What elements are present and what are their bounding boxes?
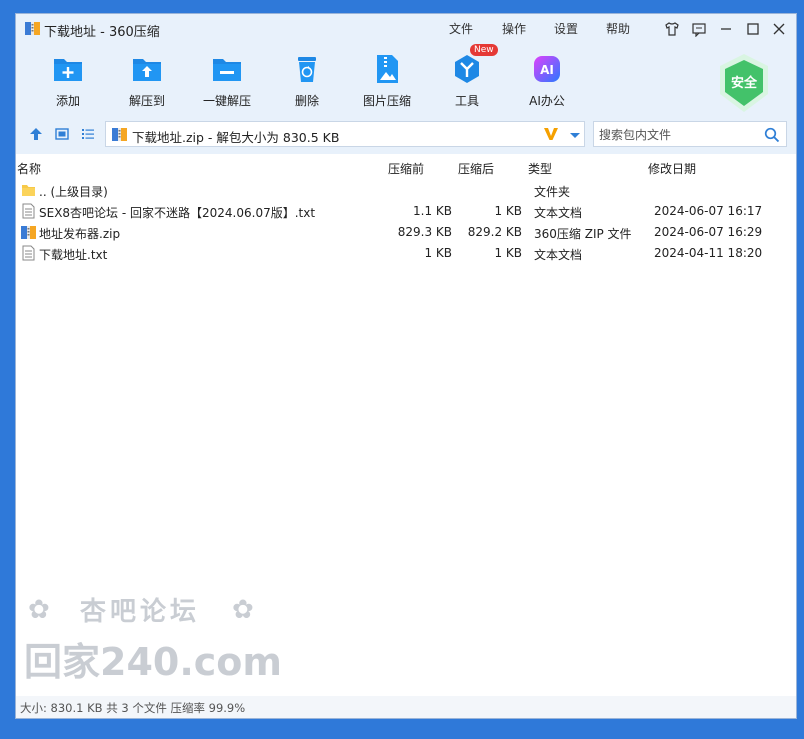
new-badge: New — [470, 44, 498, 56]
add-label: 添加 — [55, 94, 80, 108]
table-row[interactable]: .. (上级目录) 文件夹 — [16, 180, 796, 201]
row-type: 文件夹 — [534, 185, 571, 199]
ai-office-button[interactable]: AI AI办公 — [512, 52, 582, 109]
toolbar-area: 下载地址 - 360压缩 文件 操作 设置 帮助 添加 解压到 一键解压 删除 … — [16, 14, 796, 154]
column-header-date[interactable]: 修改日期 — [648, 160, 696, 177]
security-label: 安全 — [731, 75, 758, 91]
extract-to-label: 解压到 — [128, 94, 165, 108]
close-button[interactable] — [769, 19, 789, 39]
row-size-before: 829.3 KB — [397, 225, 452, 239]
watermark-flower-left: ✿ — [28, 595, 50, 625]
row-type: 文本文档 — [534, 248, 583, 262]
skin-button[interactable] — [662, 19, 682, 39]
watermark-line2: 回家240.com — [24, 640, 280, 684]
add-icon — [54, 59, 82, 81]
menu-help[interactable]: 帮助 — [606, 20, 630, 37]
title-bar: 下载地址 - 360压缩 文件 操作 设置 帮助 — [16, 14, 796, 44]
thumbnail-view-button[interactable] — [52, 124, 72, 144]
zip-archive-icon — [112, 128, 127, 141]
feedback-button[interactable] — [689, 19, 709, 39]
row-name: 地址发布器.zip — [39, 227, 121, 241]
column-header-name[interactable]: 名称 — [17, 160, 41, 177]
v-logo-icon[interactable] — [543, 126, 559, 142]
row-date: 2024-06-07 16:29 — [654, 225, 763, 239]
window-title: 下载地址 - 360压缩 — [44, 25, 160, 40]
delete-icon — [298, 57, 316, 82]
watermark-logo: ✿ 杏吧论坛 ✿ 回家240.com — [16, 580, 280, 690]
one-click-extract-label: 一键解压 — [202, 94, 251, 108]
image-compress-button[interactable]: 图片压缩 — [352, 52, 422, 109]
row-size-after: 829.2 KB — [467, 225, 522, 239]
row-name: 下载地址.txt — [39, 248, 108, 262]
column-header-type[interactable]: 类型 — [528, 160, 552, 177]
maximize-icon — [747, 23, 759, 35]
security-badge[interactable]: 安全 — [716, 52, 772, 114]
row-type: 360压缩 ZIP 文件 — [534, 227, 632, 241]
row-date: 2024-06-07 16:17 — [654, 204, 763, 218]
tools-icon — [455, 55, 479, 83]
one-click-extract-icon — [213, 59, 241, 81]
ai-icon-text: AI — [540, 63, 554, 77]
view-list-icon — [82, 129, 94, 139]
zip-file-icon — [21, 226, 36, 239]
delete-button[interactable]: 删除 — [272, 52, 342, 109]
extract-to-button[interactable]: 解压到 — [112, 52, 182, 109]
menu-operate[interactable]: 操作 — [502, 20, 526, 37]
one-click-extract-button[interactable]: 一键解压 — [192, 52, 262, 109]
search-icon[interactable] — [764, 127, 780, 143]
table-row[interactable]: 下载地址.txt 1 KB 1 KB 文本文档 2024-04-11 18:20 — [16, 243, 796, 264]
row-date: 2024-04-11 18:20 — [654, 246, 763, 260]
row-size-before: 1.1 KB — [413, 204, 452, 218]
column-header-size-after[interactable]: 压缩后 — [458, 160, 494, 177]
tools-label: 工具 — [454, 94, 479, 108]
app-window: 下载地址 - 360压缩 文件 操作 设置 帮助 添加 解压到 一键解压 删除 … — [16, 14, 796, 718]
delete-label: 删除 — [294, 94, 319, 108]
list-view-button[interactable] — [78, 124, 98, 144]
archive-app-icon — [25, 22, 40, 35]
row-type: 文本文档 — [534, 206, 583, 220]
folder-icon — [22, 185, 35, 196]
status-text: 大小: 830.1 KB 共 3 个文件 压缩率 99.9% — [20, 701, 246, 715]
maximize-button[interactable] — [743, 19, 763, 39]
ai-office-label: AI办公 — [529, 94, 565, 108]
status-bar: 大小: 830.1 KB 共 3 个文件 压缩率 99.9% — [16, 696, 796, 718]
view-thumbnail-icon — [55, 128, 69, 140]
menu-settings[interactable]: 设置 — [554, 20, 578, 37]
close-icon — [773, 23, 785, 35]
row-size-after: 1 KB — [494, 204, 522, 218]
table-row[interactable]: 地址发布器.zip 829.3 KB 829.2 KB 360压缩 ZIP 文件… — [16, 222, 796, 243]
up-level-button[interactable] — [26, 124, 46, 144]
watermark-line1: 杏吧论坛 — [80, 597, 200, 627]
row-size-after: 1 KB — [494, 246, 522, 260]
tools-button[interactable]: 工具 — [432, 52, 502, 109]
message-icon — [692, 23, 706, 37]
address-path: 下载地址.zip - 解包大小为 830.5 KB — [132, 130, 340, 145]
minimize-icon — [721, 28, 731, 30]
arrow-up-icon — [30, 128, 42, 140]
image-compress-icon — [377, 55, 398, 83]
row-size-before: 1 KB — [424, 246, 452, 260]
search-input[interactable] — [597, 125, 761, 145]
ai-office-icon: AI — [534, 56, 560, 82]
watermark-flower-right: ✿ — [232, 595, 254, 625]
row-name: SEX8杏吧论坛 - 回家不迷路【2024.06.07版】.txt — [39, 206, 316, 220]
menu-file[interactable]: 文件 — [449, 20, 473, 37]
row-name: .. (上级目录) — [39, 185, 108, 199]
extract-to-icon — [133, 59, 161, 81]
minimize-button[interactable] — [716, 19, 736, 39]
address-bar[interactable]: 下载地址.zip - 解包大小为 830.5 KB — [105, 121, 585, 147]
image-compress-label: 图片压缩 — [362, 94, 411, 108]
chevron-down-icon[interactable] — [568, 128, 582, 142]
add-button[interactable]: 添加 — [33, 52, 103, 109]
table-row[interactable]: SEX8杏吧论坛 - 回家不迷路【2024.06.07版】.txt 1.1 KB… — [16, 201, 796, 222]
column-header-size-before[interactable]: 压缩前 — [388, 160, 424, 177]
text-file-icon — [22, 203, 35, 219]
search-box[interactable] — [593, 121, 787, 147]
shield-icon: 安全 — [720, 54, 768, 112]
text-file-icon — [22, 245, 35, 261]
shirt-icon — [665, 22, 679, 36]
